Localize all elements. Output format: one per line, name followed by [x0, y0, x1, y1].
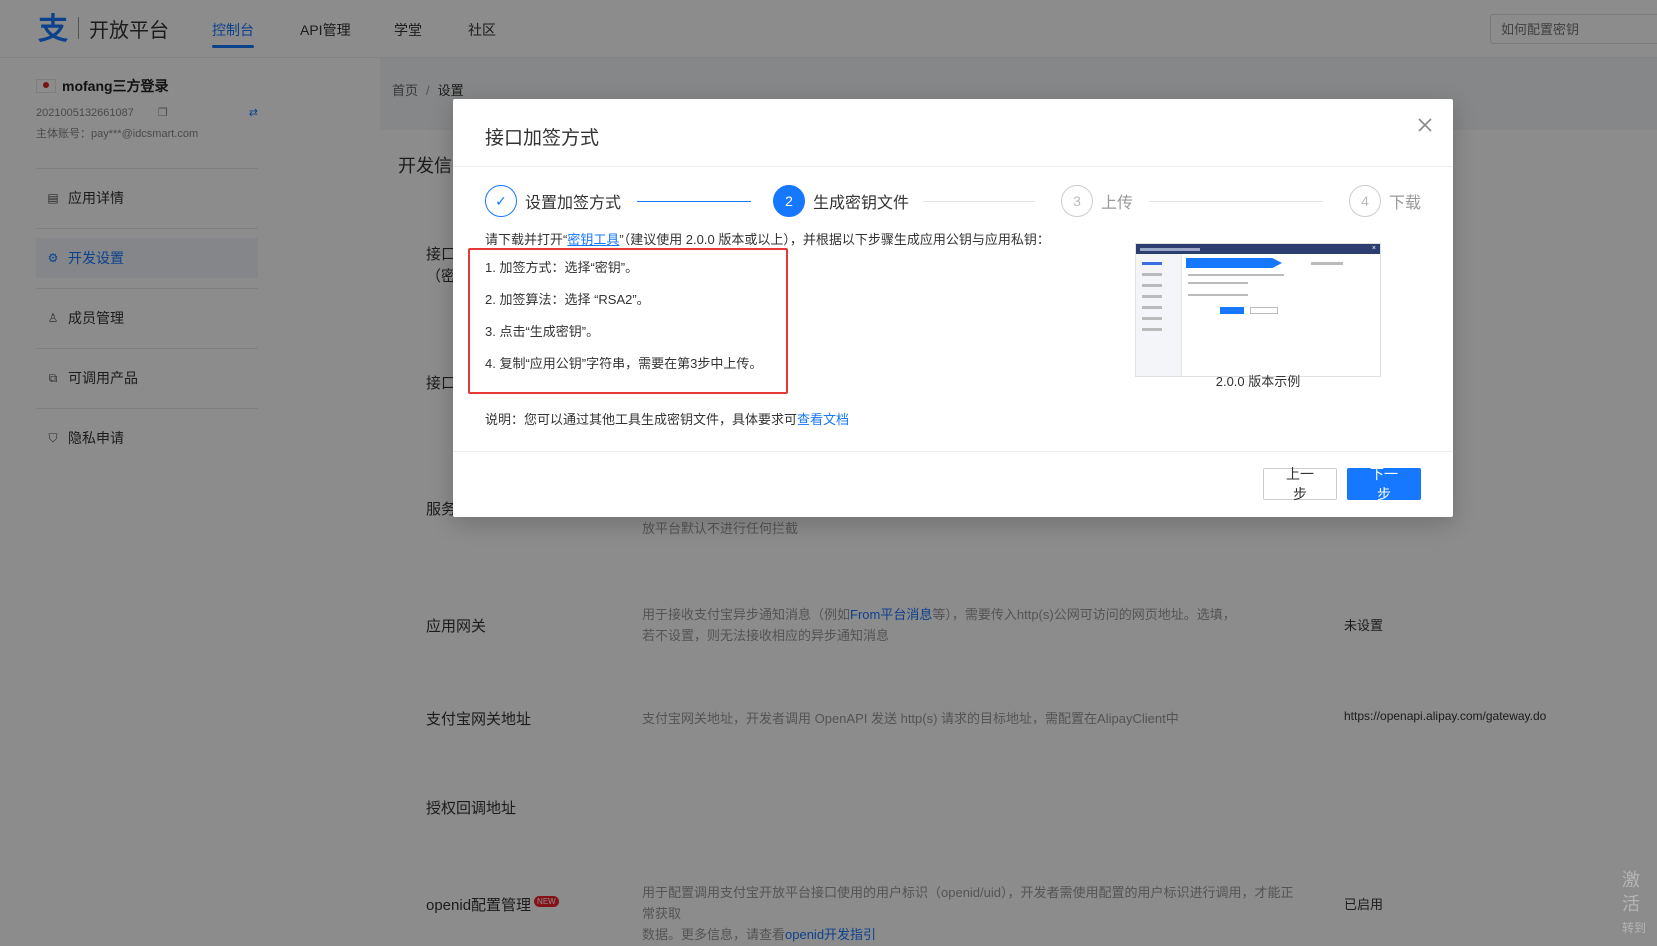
example-text-line — [1188, 282, 1248, 284]
key-tool-link[interactable]: 密钥工具 — [567, 232, 619, 247]
close-icon: × — [1371, 245, 1376, 252]
example-button — [1250, 307, 1278, 314]
example-screenshot: × — [1135, 243, 1381, 377]
example-titlebar: × — [1136, 244, 1380, 254]
instruction-intro: 请下载并打开“密钥工具”（建议使用 2.0.0 版本或以上），并根据以下步骤生成… — [485, 229, 1050, 248]
view-docs-link[interactable]: 查看文档 — [797, 412, 849, 427]
example-sidebar-item — [1142, 284, 1162, 287]
example-generate-button — [1220, 307, 1244, 314]
example-sidebar-item — [1142, 317, 1162, 320]
step-connector — [923, 201, 1035, 202]
intro-text: ”（建议使用 2.0.0 版本或以上），并根据以下步骤生成应用公钥与应用私钥： — [619, 232, 1050, 247]
step-number: 3 — [1061, 185, 1093, 217]
step-4: 4 下载 — [1349, 185, 1421, 217]
example-text-line — [1188, 294, 1248, 296]
next-step-button[interactable]: 下一步 — [1347, 466, 1421, 502]
dialog-footer: 上一步 下一步 — [453, 451, 1453, 517]
step-label: 上传 — [1101, 195, 1134, 212]
step-connector — [637, 201, 751, 202]
watermark-text: 激活 — [1622, 870, 1640, 914]
dialog-title: 接口加签方式 — [485, 128, 600, 149]
example-title-line — [1140, 247, 1200, 251]
close-icon[interactable] — [1415, 115, 1435, 135]
previous-step-button[interactable]: 上一步 — [1263, 466, 1337, 502]
step-2: 2 生成密钥文件 — [773, 185, 909, 217]
dialog-header: 接口加签方式 — [453, 99, 1453, 167]
example-sidebar-item — [1142, 262, 1162, 265]
step-1: ✓ 设置加签方式 — [485, 185, 621, 217]
step-label: 生成密钥文件 — [813, 195, 910, 212]
instruction-item: 2. 加签算法：选择 “RSA2”。 — [485, 292, 650, 307]
instruction-item: 4. 复制“应用公钥”字符串，需要在第3步中上传。 — [485, 356, 763, 371]
example-tab — [1186, 258, 1282, 268]
example-sidebar-item — [1142, 328, 1162, 331]
activation-watermark: 激活 转到 — [1622, 868, 1657, 940]
example-sidebar — [1136, 254, 1182, 376]
intro-text: 请下载并打开“ — [485, 232, 568, 247]
signing-method-dialog: 接口加签方式 ✓ 设置加签方式 2 生成密钥文件 3 上传 4 下载 请下载并打… — [453, 99, 1453, 517]
example-sidebar-item — [1142, 295, 1162, 298]
step-number: 4 — [1349, 185, 1381, 217]
step-3: 3 上传 — [1061, 185, 1133, 217]
step-number: 2 — [773, 185, 805, 217]
instruction-item: 1. 加签方式：选择“密钥”。 — [485, 260, 639, 275]
example-tab — [1311, 262, 1343, 265]
step-label: 设置加签方式 — [525, 195, 622, 212]
check-icon: ✓ — [485, 185, 517, 217]
watermark-subtext: 转到 — [1622, 921, 1647, 935]
note-text: 说明：您可以通过其他工具生成密钥文件，具体要求可查看文档 — [485, 409, 849, 428]
step-label: 下载 — [1389, 195, 1422, 212]
instruction-list: 1. 加签方式：选择“密钥”。 2. 加签算法：选择 “RSA2”。 3. 点击… — [485, 260, 762, 388]
example-sidebar-item — [1142, 306, 1162, 309]
note-prefix: 说明：您可以通过其他工具生成密钥文件，具体要求可 — [485, 412, 798, 427]
example-text-line — [1188, 274, 1284, 276]
step-connector — [1149, 201, 1323, 202]
instruction-item: 3. 点击“生成密钥”。 — [485, 324, 600, 339]
example-sidebar-item — [1142, 273, 1162, 276]
example-caption: 2.0.0 版本示例 — [1215, 374, 1301, 389]
